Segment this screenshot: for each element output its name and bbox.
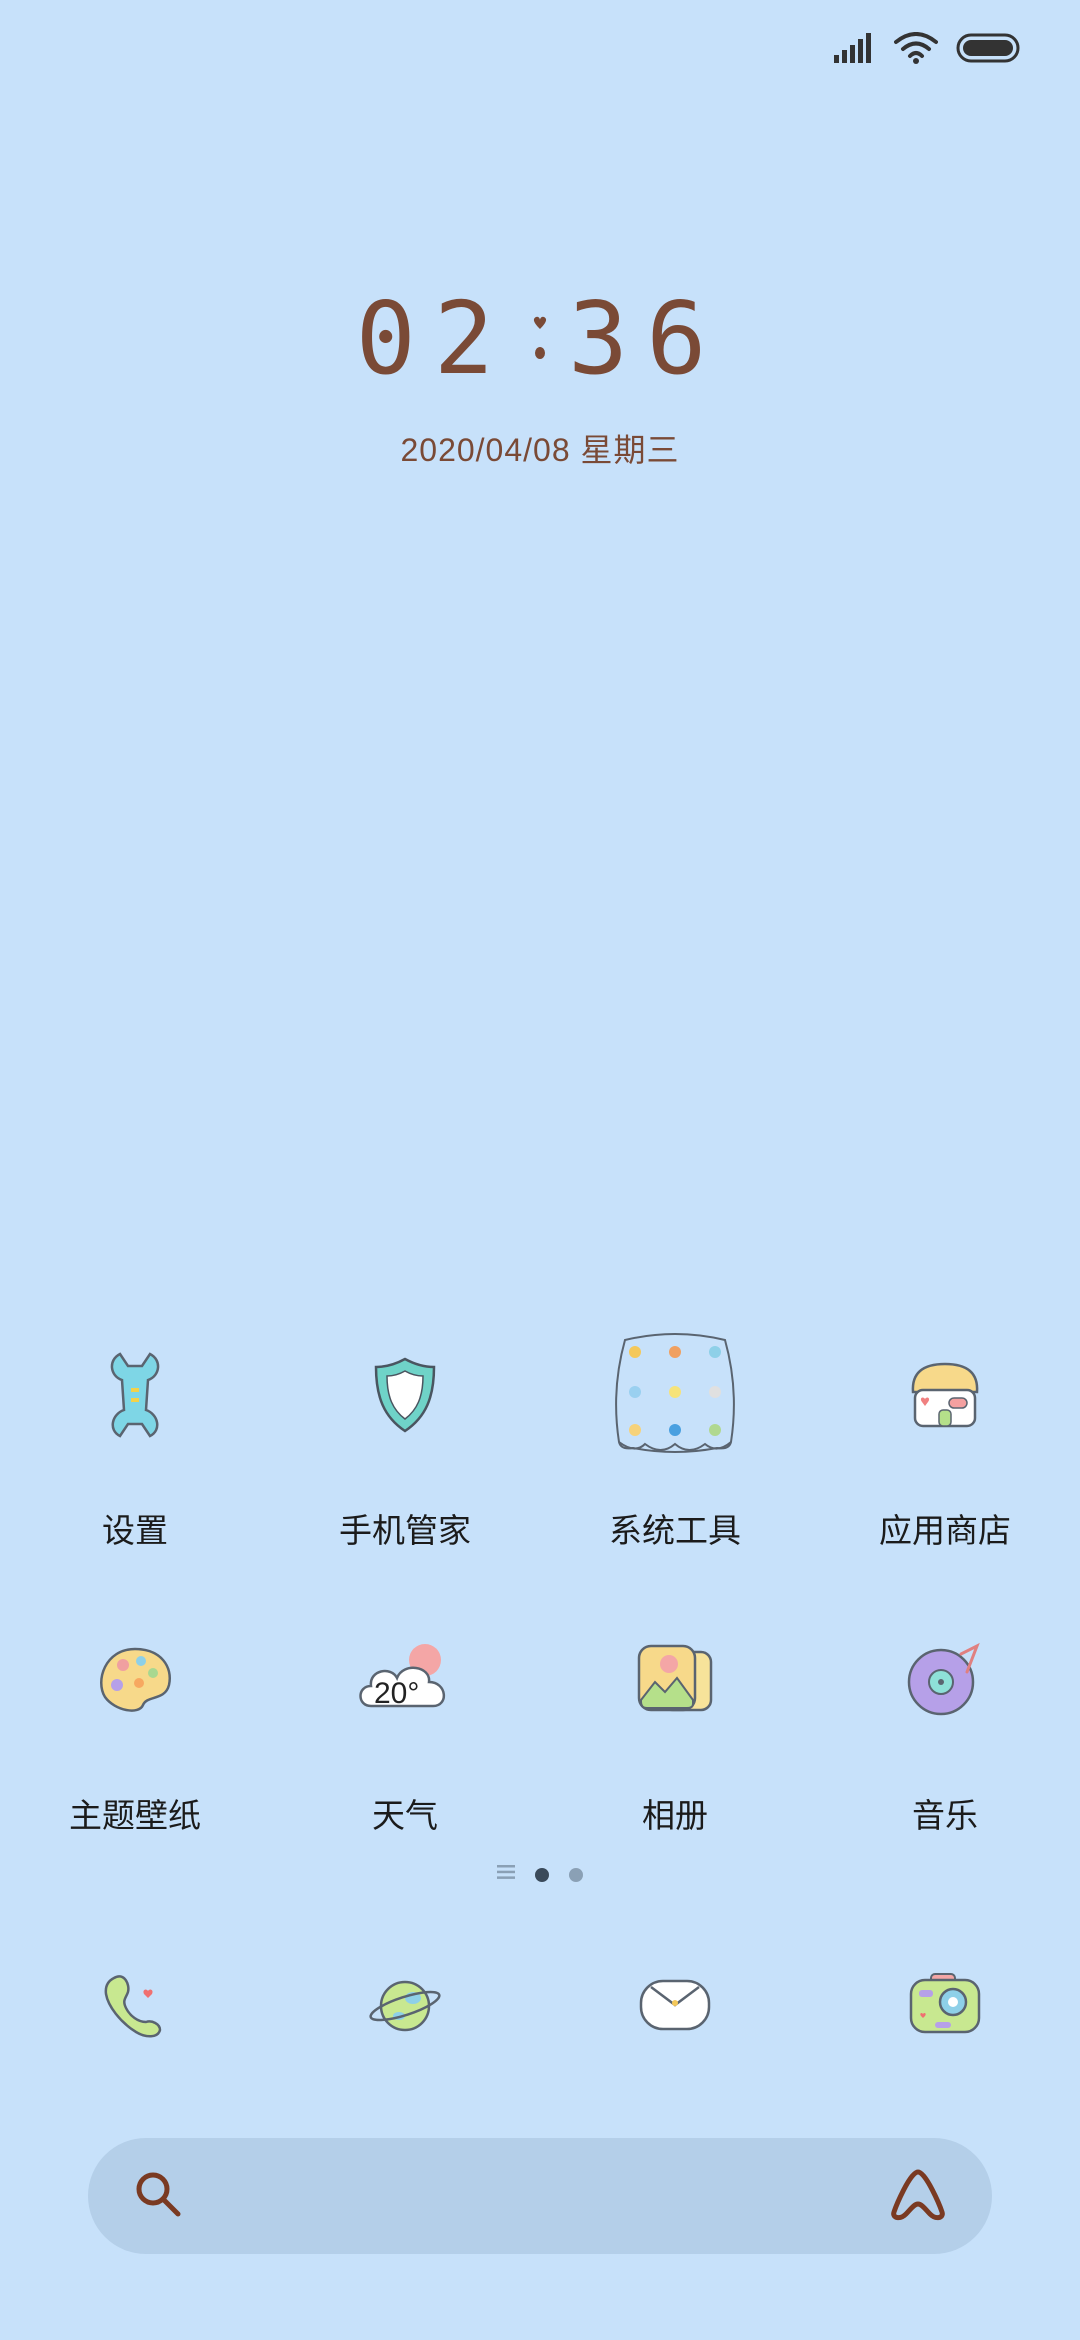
dock [0,1930,1080,2080]
search-icon[interactable] [132,2168,184,2225]
phone-icon [60,1930,210,2080]
app-security[interactable]: 手机管家 [270,1320,540,1552]
app-store[interactable]: 应用商店 [810,1320,1080,1552]
assistant-icon[interactable] [888,2166,948,2227]
folder-icon [600,1320,750,1470]
app-store-icon [870,1320,1020,1470]
battery-icon [956,31,1024,65]
messages-icon [600,1930,750,2080]
app-label: 设置 [102,1512,168,1549]
palette-icon [60,1605,210,1755]
clock-time: 02 36 [356,280,725,397]
app-weather[interactable]: 20° 天气 [270,1605,540,1837]
dock-messages[interactable] [540,1930,810,2080]
app-music[interactable]: 音乐 [810,1605,1080,1837]
clock-hours: 02 [355,280,512,397]
security-shield-icon [330,1320,480,1470]
clock-widget[interactable]: 02 36 2020/04/08 星期三 [0,280,1080,471]
cellular-signal-icon [834,33,876,63]
app-label: 应用商店 [879,1512,1011,1549]
clock-minutes: 36 [568,280,725,397]
settings-wrench-icon [60,1320,210,1470]
app-label: 相册 [642,1797,708,1834]
app-label: 天气 [372,1797,438,1834]
app-grid-row-1: 设置 手机管家 系统工具 应用商店 [0,1320,1080,1552]
app-label: 系统工具 [609,1512,741,1549]
dock-browser[interactable] [270,1930,540,2080]
clock-heart-separator-icon [512,309,568,369]
page-indicator[interactable] [0,1864,1080,1885]
app-settings[interactable]: 设置 [0,1320,270,1552]
camera-icon [870,1930,1020,2080]
weather-temperature: 20° [374,1677,420,1710]
app-label: 音乐 [912,1797,978,1834]
app-label: 主题壁纸 [69,1797,201,1834]
app-label: 手机管家 [339,1512,471,1549]
search-input[interactable] [204,2137,868,2255]
app-themes[interactable]: 主题壁纸 [0,1605,270,1837]
dock-phone[interactable] [0,1930,270,2080]
page-dot-1[interactable] [535,1867,549,1882]
app-folder-system-tools[interactable]: 系统工具 [540,1320,810,1552]
gallery-icon [600,1605,750,1755]
app-gallery[interactable]: 相册 [540,1605,810,1837]
music-record-icon [870,1605,1020,1755]
wifi-icon [894,32,938,64]
dock-camera[interactable] [810,1930,1080,2080]
search-bar[interactable] [88,2137,992,2255]
weather-cloud-icon: 20° [330,1605,480,1755]
app-drawer-lines-icon[interactable] [497,1864,515,1885]
clock-date: 2020/04/08 星期三 [400,432,680,468]
page-dot-2[interactable] [569,1867,583,1882]
status-bar [834,24,1024,72]
browser-planet-icon [330,1930,480,2080]
home-screen: 02 36 2020/04/08 星期三 设置 手机管家 系统工具 应用商店 主… [0,0,1080,2340]
app-grid-row-2: 主题壁纸 20° 天气 相册 音乐 [0,1605,1080,1837]
